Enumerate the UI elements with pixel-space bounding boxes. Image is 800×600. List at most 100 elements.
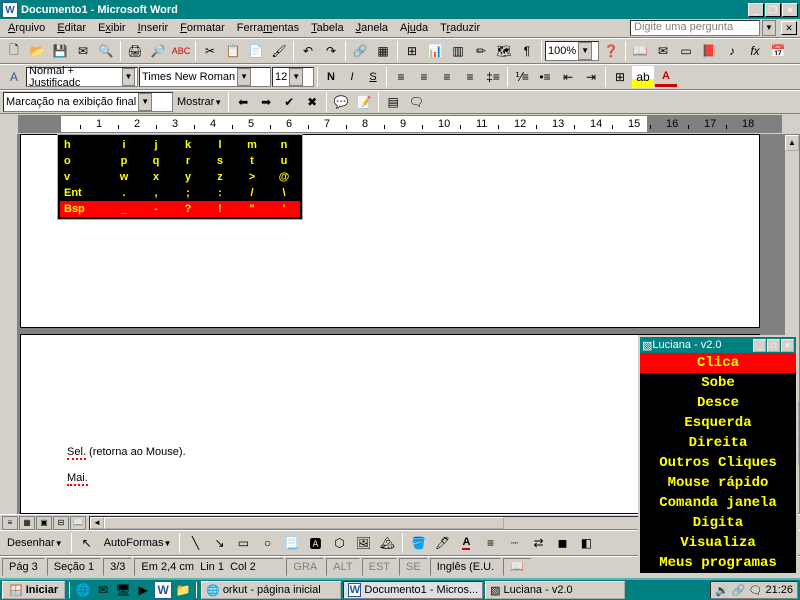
font-color-button[interactable]: A [655, 68, 677, 87]
envelope-button[interactable]: ✉ [652, 40, 674, 62]
luciana-item-mouse-rápido[interactable]: Mouse rápido [640, 473, 796, 493]
kbd-key[interactable]: : [204, 185, 236, 201]
close-button[interactable]: ✕ [782, 3, 798, 17]
copy-button[interactable]: 📋 [222, 40, 244, 62]
numbering-button[interactable]: ⅟≡ [511, 66, 533, 88]
luciana-minimize-button[interactable]: _ [753, 339, 766, 352]
ql-media-icon[interactable]: ▶ [134, 581, 152, 599]
kbd-row-1[interactable]: opqrstu [60, 153, 300, 169]
wordart-button[interactable]: 🅰 [304, 532, 326, 554]
luciana-item-digita[interactable]: Digita [640, 513, 796, 533]
reject-button[interactable]: ✖ [301, 91, 323, 113]
excel-button[interactable]: 📊 [424, 40, 446, 62]
system-tray[interactable]: 🔊 🔗 🗨 21:26 [710, 581, 798, 599]
open-button[interactable]: 📂 [26, 40, 48, 62]
status-se[interactable]: SE [399, 558, 428, 576]
luciana-item-meus-programas[interactable]: Meus programas [640, 553, 796, 573]
bold-button[interactable]: N [321, 67, 341, 87]
kbd-key[interactable]: o [60, 153, 108, 169]
status-gra[interactable]: GRA [286, 558, 324, 576]
kbd-key[interactable]: j [140, 137, 172, 153]
tray-clock[interactable]: 21:26 [765, 584, 793, 596]
status-language[interactable]: Inglês (E.U. [430, 558, 501, 576]
menu-ajuda[interactable]: Ajuda [395, 20, 433, 36]
luciana-titlebar[interactable]: ▧ Luciana - v2.0 _ □ ✕ [640, 337, 796, 353]
tables-borders-button[interactable]: ▦ [372, 40, 394, 62]
taskbar-button-2[interactable]: ▧Luciana - v2.0 [485, 581, 625, 599]
font-combo[interactable]: Times New Roman▼ [139, 67, 271, 87]
textbox-button[interactable]: 📃 [280, 532, 302, 554]
dash-style-button[interactable]: ┈ [503, 532, 525, 554]
kbd-key[interactable]: / [236, 185, 268, 201]
doc-line-1[interactable]: Sel. (retorna ao Mouse). [67, 443, 186, 460]
start-button[interactable]: 🪟Iniciar [2, 581, 65, 599]
kbd-key[interactable]: - [140, 201, 172, 217]
status-est[interactable]: EST [362, 558, 397, 576]
docmap-button[interactable]: 🗺 [493, 40, 515, 62]
kbd-key[interactable]: s [204, 153, 236, 169]
maximize-button[interactable]: ❐ [765, 3, 781, 17]
luciana-item-esquerda[interactable]: Esquerda [640, 413, 796, 433]
rectangle-button[interactable]: ▭ [232, 532, 254, 554]
kbd-key[interactable]: z [204, 169, 236, 185]
select-objects-button[interactable]: ↖ [76, 532, 98, 554]
status-alt[interactable]: ALT [326, 558, 359, 576]
comment-button[interactable]: 💬 [330, 91, 352, 113]
dict-button[interactable]: 📕 [698, 40, 720, 62]
normal-view-button[interactable]: ≡ [2, 516, 18, 530]
kbd-key[interactable]: ' [268, 201, 300, 217]
email-button[interactable]: ✉ [72, 40, 94, 62]
luciana-item-direita[interactable]: Direita [640, 433, 796, 453]
luciana-close-button[interactable]: ✕ [781, 339, 794, 352]
drawing-toggle-button[interactable]: ✏ [470, 40, 492, 62]
print-button[interactable]: 🖨 [124, 40, 146, 62]
ql-ie-icon[interactable]: 🌐 [74, 581, 92, 599]
kbd-key[interactable]: n [268, 137, 300, 153]
cut-button[interactable]: ✂ [199, 40, 221, 62]
web-view-button[interactable]: ▦ [19, 516, 35, 530]
music-button[interactable]: ♪ [721, 40, 743, 62]
next-change-button[interactable]: ➡ [255, 91, 277, 113]
kbd-key[interactable]: ; [172, 185, 204, 201]
luciana-item-visualiza[interactable]: Visualiza [640, 533, 796, 553]
tray-icon-3[interactable]: 🗨 [749, 584, 763, 597]
show-marks-button[interactable]: ¶ [516, 40, 538, 62]
bullets-button[interactable]: •≡ [534, 66, 556, 88]
menu-traduzir[interactable]: Traduzir [435, 20, 485, 36]
insert-table-button[interactable]: ⊞ [401, 40, 423, 62]
review-pane-button[interactable]: ▤ [382, 91, 404, 113]
autoshapes-menu[interactable]: AutoFormas ▼ [100, 537, 176, 549]
hyperlink-button[interactable]: 🔗 [349, 40, 371, 62]
menu-ferramentas[interactable]: Ferramentas [232, 20, 304, 36]
luciana-item-outros-cliques[interactable]: Outros Cliques [640, 453, 796, 473]
ql-desktop-icon[interactable]: 🖥 [114, 581, 132, 599]
kbd-key[interactable]: > [236, 169, 268, 185]
kbd-key[interactable]: x [140, 169, 172, 185]
print-view-button[interactable]: ▣ [36, 516, 52, 530]
font-color-draw-button[interactable]: A [455, 532, 477, 554]
markup-mode-combo[interactable]: Marcação na exibição final▼ [3, 92, 173, 112]
luciana-maximize-button[interactable]: □ [767, 339, 780, 352]
3d-button[interactable]: ◧ [575, 532, 597, 554]
paste-button[interactable]: 📄 [245, 40, 267, 62]
accept-button[interactable]: ✔ [278, 91, 300, 113]
outdent-button[interactable]: ⇤ [557, 66, 579, 88]
line-color-button[interactable]: 🖊 [431, 532, 453, 554]
indent-button[interactable]: ⇥ [580, 66, 602, 88]
highlight-button[interactable]: ab [632, 66, 654, 88]
tray-icon-1[interactable]: 🔊 [715, 584, 729, 597]
kbd-key[interactable]: m [236, 137, 268, 153]
luciana-window[interactable]: ▧ Luciana - v2.0 _ □ ✕ ClicaSobeDesceEsq… [638, 335, 798, 575]
redo-button[interactable]: ↷ [320, 40, 342, 62]
line-spacing-button[interactable]: ‡≡ [482, 66, 504, 88]
kbd-key[interactable]: w [108, 169, 140, 185]
preview-button[interactable]: 🔎 [147, 40, 169, 62]
ql-app-icon[interactable]: 📁 [174, 581, 192, 599]
kbd-row-4[interactable]: Bsp_-?!"' [60, 201, 300, 217]
outline-view-button[interactable]: ⊟ [53, 516, 69, 530]
kbd-key[interactable]: , [140, 185, 172, 201]
kbd-key[interactable]: v [60, 169, 108, 185]
picture-button[interactable]: 🏔 [376, 532, 398, 554]
columns-button[interactable]: ▥ [447, 40, 469, 62]
luciana-item-sobe[interactable]: Sobe [640, 373, 796, 393]
